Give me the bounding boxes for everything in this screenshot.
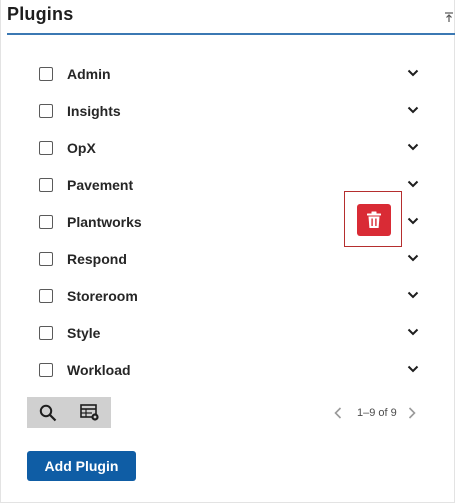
plugin-label: Style (67, 324, 101, 341)
pagination-text: 1–9 of 9 (357, 407, 397, 419)
plugin-label: Respond (67, 250, 127, 267)
chevron-down-icon[interactable] (407, 105, 419, 115)
chevron-left-icon (334, 407, 342, 419)
delete-button[interactable] (357, 204, 391, 236)
list-toolbar (27, 397, 111, 428)
table-settings-button[interactable] (69, 397, 111, 428)
plugin-label: Pavement (67, 176, 134, 193)
pagination: 1–9 of 9 (331, 404, 419, 422)
chevron-down-icon[interactable] (407, 68, 419, 78)
checkbox-icon[interactable] (39, 103, 53, 118)
plugin-label: Workload (67, 361, 131, 378)
previous-page-button[interactable] (331, 406, 345, 420)
plugin-label: Admin (67, 65, 111, 82)
plugin-label: Plantworks (67, 213, 142, 230)
checkbox-icon[interactable] (39, 362, 53, 377)
chevron-down-icon[interactable] (407, 216, 419, 226)
chevron-right-icon (408, 407, 416, 419)
plugin-label: Storeroom (67, 287, 138, 304)
chevron-down-icon[interactable] (407, 253, 419, 263)
chevron-down-icon[interactable] (407, 327, 419, 337)
list-item[interactable]: Style (39, 314, 429, 351)
plugin-label: OpX (67, 139, 96, 156)
next-page-button[interactable] (405, 406, 419, 420)
checkbox-icon[interactable] (39, 66, 53, 81)
plugin-label: Insights (67, 102, 121, 119)
checkbox-icon[interactable] (39, 251, 53, 266)
list-item[interactable]: OpX (39, 129, 429, 166)
chevron-down-icon[interactable] (407, 179, 419, 189)
search-button[interactable] (27, 397, 69, 428)
list-item[interactable]: Insights (39, 92, 429, 129)
panel-header: Plugins (7, 0, 455, 35)
page-title: Plugins (7, 4, 74, 24)
checkbox-icon[interactable] (39, 325, 53, 340)
search-icon (39, 404, 57, 421)
list-item[interactable]: Workload (39, 351, 429, 388)
checkbox-icon[interactable] (39, 214, 53, 229)
checkbox-icon[interactable] (39, 140, 53, 155)
checkbox-icon[interactable] (39, 177, 53, 192)
chevron-down-icon[interactable] (407, 364, 419, 374)
table-settings-icon (80, 403, 99, 421)
trash-icon (367, 211, 381, 228)
checkbox-icon[interactable] (39, 288, 53, 303)
plugins-panel: Plugins Admin Insights OpX Pavement Plan… (0, 0, 455, 503)
list-item[interactable]: Storeroom (39, 277, 429, 314)
add-plugin-button[interactable]: Add Plugin (27, 451, 136, 481)
list-item[interactable]: Admin (39, 55, 429, 92)
chevron-down-icon[interactable] (407, 142, 419, 152)
collapse-up-icon[interactable] (444, 12, 454, 22)
chevron-down-icon[interactable] (407, 290, 419, 300)
